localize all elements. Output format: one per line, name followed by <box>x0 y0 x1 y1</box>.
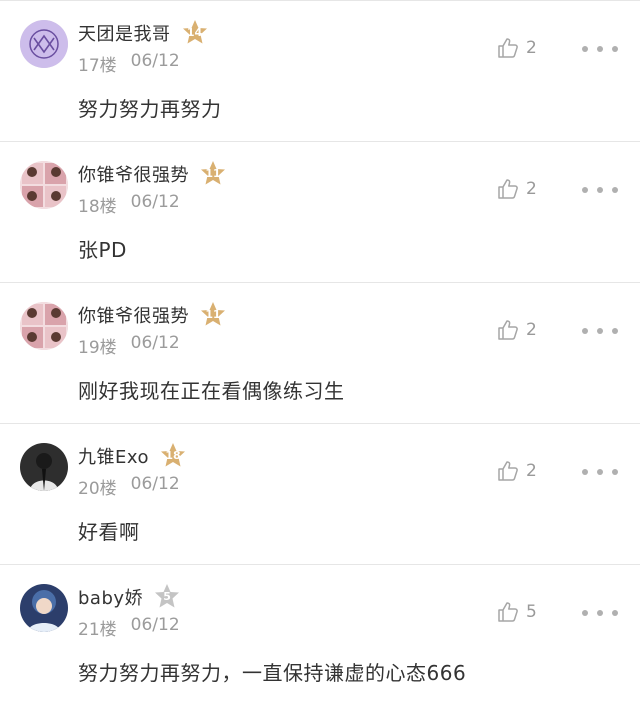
username[interactable]: 你锥爷很强势 <box>78 302 189 328</box>
comment-item: 天团是我哥 14 17楼 06/12 2 努力努力再努力 <box>0 0 640 141</box>
comment-item: 你锥爷很强势 11 19楼 06/12 2 刚好我现在正在看偶像练习生 <box>0 282 640 423</box>
comment-text: 刚好我现在正在看偶像练习生 <box>78 379 345 403</box>
username-row: 你锥爷很强势 11 <box>78 301 227 329</box>
comment-item: 你锥爷很强势 11 18楼 06/12 2 张PD <box>0 141 640 282</box>
username-row: 天团是我哥 14 <box>78 19 209 47</box>
level-number: 5 <box>163 590 171 603</box>
more-options-button[interactable] <box>582 462 618 482</box>
more-dots-icon <box>582 46 588 52</box>
floor-number: 20楼 <box>78 479 117 499</box>
comment-text: 好看啊 <box>78 520 140 544</box>
more-dot <box>597 328 603 334</box>
username[interactable]: baby娇 <box>78 584 143 610</box>
comment-date: 06/12 <box>130 51 180 71</box>
floor-number: 17楼 <box>78 56 117 76</box>
comment-item: 九锥Exo 18 20楼 06/12 2 好看啊 <box>0 423 640 564</box>
more-dots-icon <box>582 187 588 193</box>
username-row: 你锥爷很强势 11 <box>78 160 227 188</box>
more-dot <box>597 610 603 616</box>
user-avatar[interactable] <box>20 302 68 350</box>
comment-meta: 17楼 06/12 <box>78 51 180 76</box>
level-number: 11 <box>205 167 221 180</box>
comment-date: 06/12 <box>130 333 180 353</box>
more-dot <box>597 46 603 52</box>
star-badge-icon: 11 <box>199 160 227 188</box>
more-dots-icon <box>582 610 588 616</box>
user-avatar[interactable] <box>20 161 68 209</box>
more-dot <box>612 328 618 334</box>
floor-number: 21楼 <box>78 620 117 640</box>
user-avatar[interactable] <box>20 443 68 491</box>
like-count: 5 <box>526 602 537 622</box>
comment-date: 06/12 <box>130 615 180 635</box>
thumbs-up-icon <box>498 602 518 622</box>
thumbs-up-icon <box>498 320 518 340</box>
more-dot <box>597 187 603 193</box>
more-options-button[interactable] <box>582 321 618 341</box>
level-number: 11 <box>205 308 221 321</box>
like-button[interactable]: 2 <box>496 35 537 61</box>
thumbs-up-icon <box>498 38 518 58</box>
level-number: 18 <box>165 449 181 462</box>
more-dots-icon <box>582 328 588 334</box>
star-badge-icon: 18 <box>159 442 187 470</box>
like-count: 2 <box>526 179 537 199</box>
thumbs-up-icon <box>498 461 518 481</box>
username[interactable]: 你锥爷很强势 <box>78 161 189 187</box>
like-button[interactable]: 2 <box>496 458 537 484</box>
username[interactable]: 天团是我哥 <box>78 20 171 46</box>
like-button[interactable]: 2 <box>496 176 537 202</box>
comment-date: 06/12 <box>130 474 180 494</box>
more-options-button[interactable] <box>582 39 618 59</box>
user-avatar[interactable] <box>20 584 68 632</box>
comment-meta: 19楼 06/12 <box>78 333 180 358</box>
like-count: 2 <box>526 461 537 481</box>
comment-text: 张PD <box>78 238 127 262</box>
thumbs-up-icon <box>498 179 518 199</box>
user-avatar[interactable] <box>20 20 68 68</box>
star-badge-icon: 11 <box>199 301 227 329</box>
comment-text: 努力努力再努力 <box>78 97 222 121</box>
more-dot <box>612 610 618 616</box>
like-button[interactable]: 5 <box>496 599 537 625</box>
more-options-button[interactable] <box>582 180 618 200</box>
like-button[interactable]: 2 <box>496 317 537 343</box>
floor-number: 18楼 <box>78 197 117 217</box>
comment-meta: 20楼 06/12 <box>78 474 180 499</box>
star-badge-icon: 14 <box>181 19 209 47</box>
comment-meta: 18楼 06/12 <box>78 192 180 217</box>
star-badge-icon: 5 <box>153 583 181 611</box>
floor-number: 19楼 <box>78 338 117 358</box>
like-count: 2 <box>526 38 537 58</box>
more-dot <box>612 469 618 475</box>
more-dot <box>612 46 618 52</box>
comment-text: 努力努力再努力，一直保持谦虚的心态666 <box>78 661 467 685</box>
username[interactable]: 九锥Exo <box>78 443 149 469</box>
comment-date: 06/12 <box>130 192 180 212</box>
comment-meta: 21楼 06/12 <box>78 615 180 640</box>
comment-list: 天团是我哥 14 17楼 06/12 2 努力努力再努力 你锥爷很强势 11 1… <box>0 0 640 700</box>
more-dot <box>612 187 618 193</box>
comment-item: baby娇 5 21楼 06/12 5 努力努力再努力，一直保持谦虚的心态666 <box>0 564 640 705</box>
more-options-button[interactable] <box>582 603 618 623</box>
more-dot <box>597 469 603 475</box>
like-count: 2 <box>526 320 537 340</box>
more-dots-icon <box>582 469 588 475</box>
username-row: baby娇 5 <box>78 583 181 611</box>
username-row: 九锥Exo 18 <box>78 442 187 470</box>
level-number: 14 <box>186 26 203 39</box>
